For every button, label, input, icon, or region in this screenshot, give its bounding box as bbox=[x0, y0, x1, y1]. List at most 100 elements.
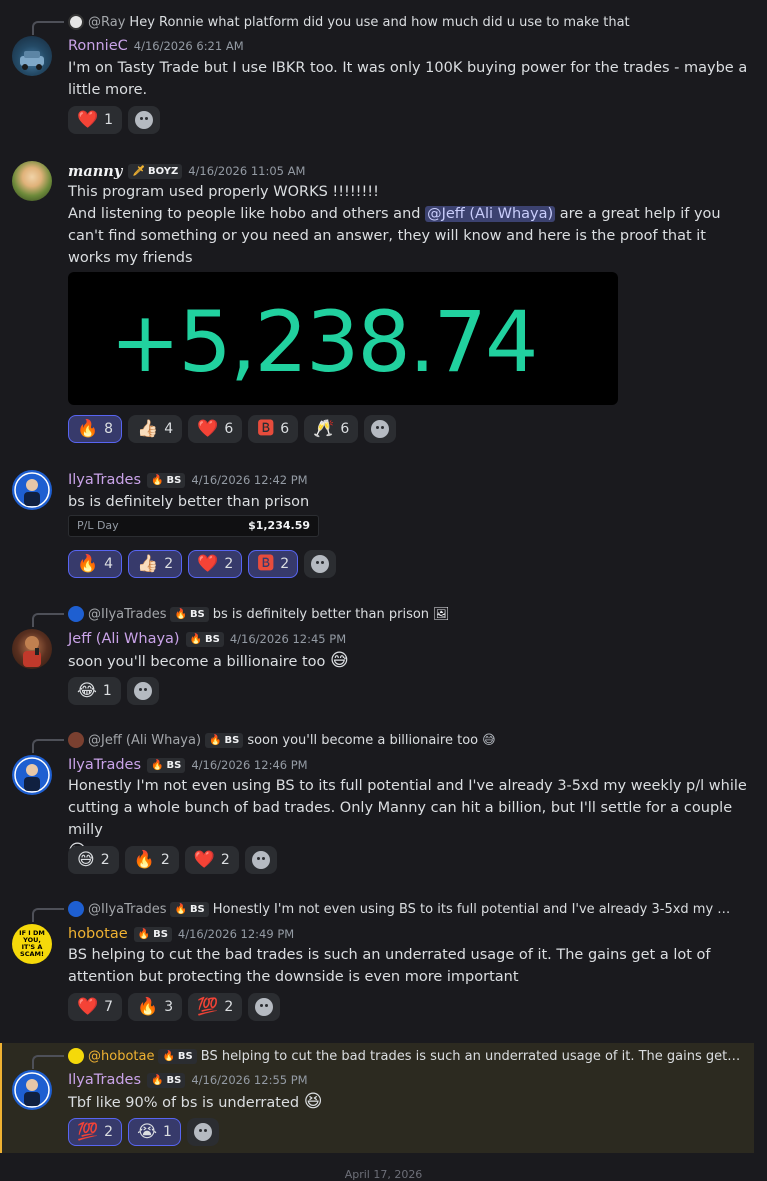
avatar-caption: IF I DM YOU, IT'S A SCAM! bbox=[19, 929, 45, 958]
message-text: bs is definitely better than prison bbox=[68, 494, 310, 510]
jeff-avatar bbox=[68, 732, 84, 748]
role-tag[interactable]: 🔥 BS bbox=[133, 926, 172, 942]
reaction-heart[interactable]: ❤️ 7 bbox=[68, 993, 123, 1021]
timestamp[interactable]: 4/16/2026 12:49 PM bbox=[178, 927, 294, 941]
role-tag[interactable]: 🔥 BS bbox=[147, 1072, 186, 1088]
reaction-heart[interactable]: ❤️ 2 bbox=[188, 550, 243, 578]
avatar[interactable] bbox=[12, 755, 52, 795]
timestamp[interactable]: 4/16/2026 12:45 PM bbox=[230, 632, 346, 646]
timestamp[interactable]: 4/16/2026 12:42 PM bbox=[191, 473, 307, 487]
ray-avatar bbox=[68, 14, 84, 30]
reaction-sweat-smile[interactable]: 😅 2 bbox=[68, 846, 119, 874]
timestamp[interactable]: 4/16/2026 12:55 PM bbox=[191, 1073, 307, 1087]
reaction-heart[interactable]: ❤️ 2 bbox=[184, 846, 239, 874]
username[interactable]: IlyaTrades bbox=[68, 757, 141, 773]
add-reaction-button[interactable] bbox=[304, 550, 337, 578]
reply-text: Honestly I'm not even using BS to its fu… bbox=[212, 901, 738, 917]
message-text: I'm on Tasty Trade but I use IBKR too. I… bbox=[68, 60, 748, 98]
timestamp[interactable]: 4/16/2026 6:21 AM bbox=[134, 39, 244, 53]
reply-username[interactable]: @Ray bbox=[88, 15, 125, 30]
reply-username[interactable]: @IlyaTrades bbox=[88, 607, 166, 622]
message-text: BS helping to cut the bad trades is such… bbox=[68, 947, 711, 985]
smiley-icon bbox=[371, 420, 390, 438]
reply-username[interactable]: @IlyaTrades bbox=[88, 902, 166, 917]
message-header: Jeff (Ali Whaya) 🔥 BS 4/16/2026 12:45 PM bbox=[68, 629, 346, 649]
role-tag[interactable]: 🔥 BS bbox=[147, 472, 186, 488]
avatar[interactable] bbox=[12, 629, 52, 669]
reactions: 🔥 4 👍🏻 2 ❤️ 2 🅱 2 bbox=[68, 550, 337, 578]
user-mention[interactable]: @Jeff (Ali Whaya) bbox=[425, 206, 556, 222]
pl-label: P/L Day bbox=[77, 519, 119, 532]
username[interactable]: hobotae bbox=[68, 926, 128, 942]
timestamp[interactable]: 4/16/2026 12:46 PM bbox=[191, 758, 307, 772]
reply-text: Hey Ronnie what platform did you use and… bbox=[129, 14, 630, 30]
add-reaction-button[interactable] bbox=[126, 677, 159, 705]
sword-icon: 🗡 bbox=[132, 165, 145, 177]
add-reaction-button[interactable] bbox=[244, 846, 277, 874]
reply-text: bs is definitely better than prison bbox=[212, 606, 430, 622]
fire-icon: 🔥 bbox=[151, 474, 164, 486]
username[interactable]: RonnieC bbox=[68, 38, 128, 54]
message-header: RonnieC 4/16/2026 6:21 AM bbox=[68, 36, 244, 56]
pl-image-value: +5,238.74 bbox=[110, 293, 538, 391]
reaction-custom-b[interactable]: 🅱 2 bbox=[248, 550, 299, 578]
add-reaction-button[interactable] bbox=[364, 415, 397, 443]
role-tag: 🔥 BS bbox=[170, 901, 209, 917]
reaction-thumbsup[interactable]: 👍🏻 2 bbox=[128, 550, 183, 578]
pl-day-image[interactable]: P/L Day $1,234.59 bbox=[68, 515, 319, 537]
role-tag: 🔥 BS bbox=[170, 606, 209, 622]
reaction-fire[interactable]: 🔥 4 bbox=[68, 550, 123, 578]
reply-username[interactable]: @hobotae bbox=[88, 1049, 154, 1064]
smiley-icon bbox=[193, 1123, 212, 1141]
reaction-custom-b[interactable]: 🅱 6 bbox=[248, 415, 299, 443]
reaction-hundred[interactable]: 💯 2 bbox=[68, 1118, 123, 1146]
smiley-icon bbox=[135, 111, 154, 129]
timestamp[interactable]: 4/16/2026 11:05 AM bbox=[188, 164, 305, 178]
message-text: This program used properly WORKS !!!!!!!… bbox=[68, 181, 748, 269]
reaction-heart[interactable]: ❤️ 1 bbox=[68, 106, 123, 134]
reply-text: BS helping to cut the bad trades is such… bbox=[200, 1048, 741, 1064]
reaction-sob[interactable]: 😭 1 bbox=[128, 1118, 181, 1146]
ilya-avatar bbox=[68, 606, 84, 622]
add-reaction-button[interactable] bbox=[248, 993, 281, 1021]
smiley-icon bbox=[255, 998, 274, 1016]
avatar[interactable] bbox=[12, 161, 52, 201]
reaction-heart[interactable]: ❤️ 6 bbox=[188, 415, 243, 443]
reaction-fire[interactable]: 🔥 3 bbox=[128, 993, 183, 1021]
role-tag[interactable]: 🗡 BOYZ bbox=[128, 163, 183, 179]
message-line: And listening to people like hobo and ot… bbox=[68, 206, 721, 266]
avatar[interactable] bbox=[12, 470, 52, 510]
message-header: IlyaTrades 🔥 BS 4/16/2026 12:55 PM bbox=[68, 1070, 308, 1090]
username[interactable]: IlyaTrades bbox=[68, 472, 141, 488]
avatar[interactable]: IF I DM YOU, IT'S A SCAM! bbox=[12, 924, 52, 964]
sweat-smile-emoji: 😅 bbox=[482, 732, 496, 748]
reaction-fire[interactable]: 🔥 8 bbox=[68, 415, 123, 443]
avatar[interactable] bbox=[12, 1070, 52, 1110]
sweat-smile-emoji: 😅 bbox=[330, 650, 349, 671]
message-header: IlyaTrades 🔥 BS 4/16/2026 12:42 PM bbox=[68, 470, 308, 490]
reaction-fire[interactable]: 🔥 2 bbox=[124, 846, 179, 874]
reply-username[interactable]: @Jeff (Ali Whaya) bbox=[88, 733, 201, 748]
avatar[interactable] bbox=[12, 36, 52, 76]
smiley-icon bbox=[311, 555, 330, 573]
smiley-icon bbox=[133, 682, 152, 700]
reaction-clink[interactable]: 🥂 6 bbox=[304, 415, 359, 443]
add-reaction-button[interactable] bbox=[128, 106, 161, 134]
reaction-joy[interactable]: 😂 1 bbox=[68, 677, 121, 705]
role-tag[interactable]: 🔥 BS bbox=[147, 757, 186, 773]
reactions: ❤️ 7 🔥 3 💯 2 bbox=[68, 993, 281, 1021]
fire-icon: 🔥 bbox=[174, 608, 187, 620]
laughing-emoji: 😆 bbox=[303, 1091, 323, 1112]
fire-icon: 🔥 bbox=[174, 903, 187, 915]
reaction-thumbsup[interactable]: 👍🏻 4 bbox=[128, 415, 183, 443]
username[interactable]: manny bbox=[68, 163, 122, 180]
reaction-hundred[interactable]: 💯 2 bbox=[188, 993, 243, 1021]
role-tag[interactable]: 🔥 BS bbox=[185, 631, 224, 647]
ilya-avatar bbox=[68, 901, 84, 917]
message-header: hobotae 🔥 BS 4/16/2026 12:49 PM bbox=[68, 924, 294, 944]
username[interactable]: Jeff (Ali Whaya) bbox=[68, 631, 180, 647]
username[interactable]: IlyaTrades bbox=[68, 1072, 141, 1088]
image-attachment[interactable]: +5,238.74 bbox=[68, 272, 618, 405]
add-reaction-button[interactable] bbox=[186, 1118, 219, 1146]
smiley-icon bbox=[251, 851, 270, 869]
